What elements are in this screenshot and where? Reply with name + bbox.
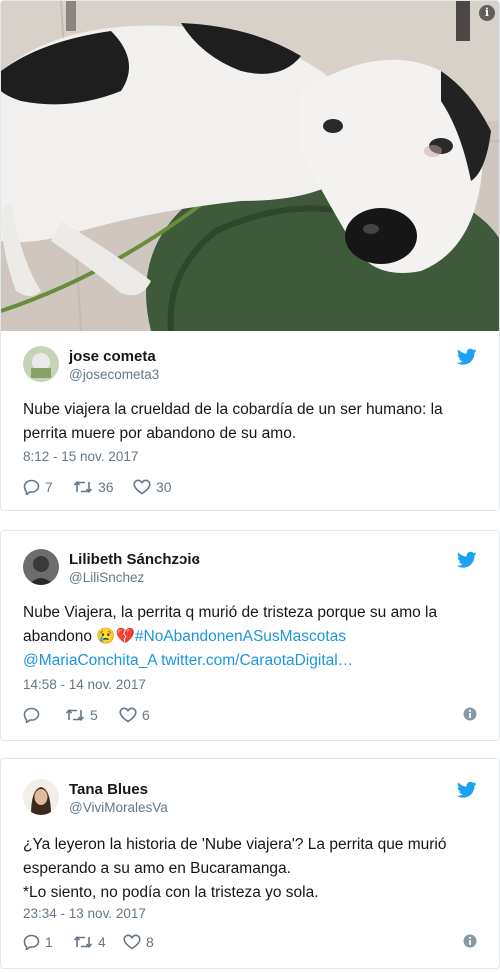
tweet-photo[interactable]: i bbox=[1, 1, 499, 331]
like-count: 6 bbox=[142, 707, 150, 723]
retweet-count: 36 bbox=[98, 479, 114, 495]
avatar[interactable] bbox=[23, 346, 59, 382]
reply-icon bbox=[23, 934, 40, 950]
heart-icon bbox=[133, 479, 151, 495]
heart-icon bbox=[123, 934, 141, 950]
display-name[interactable]: Lilibeth Sánchzɔiɞ bbox=[69, 551, 200, 568]
reply-button[interactable]: 1 bbox=[23, 931, 53, 953]
like-count: 30 bbox=[156, 479, 172, 495]
reply-count: 7 bbox=[45, 479, 53, 495]
tweet-actions: 7 36 30 bbox=[23, 476, 477, 498]
tweet-header: Tana Blues @ViviMoralesVa bbox=[23, 779, 477, 819]
user-handle[interactable]: @ViviMoralesVa bbox=[69, 800, 168, 815]
tweet-header: jose cometa @josecometa3 bbox=[23, 346, 477, 386]
tweet-text: Nube Viajera, la perrita q murió de tris… bbox=[23, 601, 479, 673]
reply-icon bbox=[23, 707, 40, 723]
twitter-bird-icon[interactable] bbox=[457, 348, 477, 366]
emoji: 😢💔 bbox=[96, 628, 135, 645]
url-link[interactable]: twitter.com/CaraotaDigital… bbox=[161, 652, 353, 669]
tweet-actions: 5 6 bbox=[23, 704, 477, 726]
timestamp[interactable]: 8:12 - 15 nov. 2017 bbox=[23, 449, 138, 464]
retweet-button[interactable]: 4 bbox=[73, 931, 106, 953]
retweet-count: 4 bbox=[98, 934, 106, 950]
tweet-line: esperando a su amo en Bucaramanga. bbox=[23, 860, 291, 877]
tweet-card-1[interactable]: i jose cometa @josecometa3 Nube viajera … bbox=[0, 0, 500, 511]
heart-icon bbox=[119, 707, 137, 723]
info-icon[interactable] bbox=[463, 934, 477, 948]
tweet-header: Lilibeth Sánchzɔiɞ @LiliSnchez bbox=[23, 549, 477, 589]
like-count: 8 bbox=[146, 934, 154, 950]
retweet-button[interactable]: 5 bbox=[65, 704, 98, 726]
avatar[interactable] bbox=[23, 549, 59, 585]
reply-count: 1 bbox=[45, 934, 53, 950]
reply-button[interactable] bbox=[23, 704, 45, 726]
timestamp[interactable]: 14:58 - 14 nov. 2017 bbox=[23, 677, 146, 692]
user-handle[interactable]: @LiliSnchez bbox=[69, 570, 144, 585]
tweet-text: Nube viajera la crueldad de la cobardía … bbox=[23, 401, 443, 442]
hashtag-link[interactable]: #NoAbandonenASusMascotas bbox=[135, 628, 346, 645]
reply-icon bbox=[23, 479, 40, 495]
avatar[interactable] bbox=[23, 779, 59, 815]
tweet-card-3[interactable]: Tana Blues @ViviMoralesVa ¿Ya leyeron la… bbox=[0, 758, 500, 969]
retweet-icon bbox=[73, 480, 93, 494]
user-handle[interactable]: @josecometa3 bbox=[69, 367, 159, 382]
retweet-button[interactable]: 36 bbox=[73, 476, 114, 498]
like-button[interactable]: 6 bbox=[119, 704, 150, 726]
retweet-count: 5 bbox=[90, 707, 98, 723]
retweet-icon bbox=[65, 708, 85, 722]
info-icon[interactable] bbox=[463, 707, 477, 721]
twitter-bird-icon[interactable] bbox=[457, 781, 477, 799]
reply-button[interactable]: 7 bbox=[23, 476, 53, 498]
display-name[interactable]: Tana Blues bbox=[69, 781, 148, 798]
info-icon[interactable]: i bbox=[479, 5, 495, 21]
tweet-line: *Lo siento, no podía con la tristeza yo … bbox=[23, 884, 319, 901]
tweet-card-2[interactable]: Lilibeth Sánchzɔiɞ @LiliSnchez Nube Viaj… bbox=[0, 530, 500, 741]
mention-link[interactable]: @MariaConchita_A bbox=[23, 652, 157, 669]
like-button[interactable]: 30 bbox=[133, 476, 172, 498]
timestamp[interactable]: 23:34 - 13 nov. 2017 bbox=[23, 906, 146, 921]
display-name[interactable]: jose cometa bbox=[69, 348, 156, 365]
tweet-text: ¿Ya leyeron la historia de 'Nube viajera… bbox=[23, 833, 479, 905]
tweet-actions: 1 4 8 bbox=[23, 931, 477, 953]
like-button[interactable]: 8 bbox=[123, 931, 154, 953]
tweet-line: ¿Ya leyeron la historia de 'Nube viajera… bbox=[23, 836, 447, 853]
retweet-icon bbox=[73, 935, 93, 949]
twitter-bird-icon[interactable] bbox=[457, 551, 477, 569]
